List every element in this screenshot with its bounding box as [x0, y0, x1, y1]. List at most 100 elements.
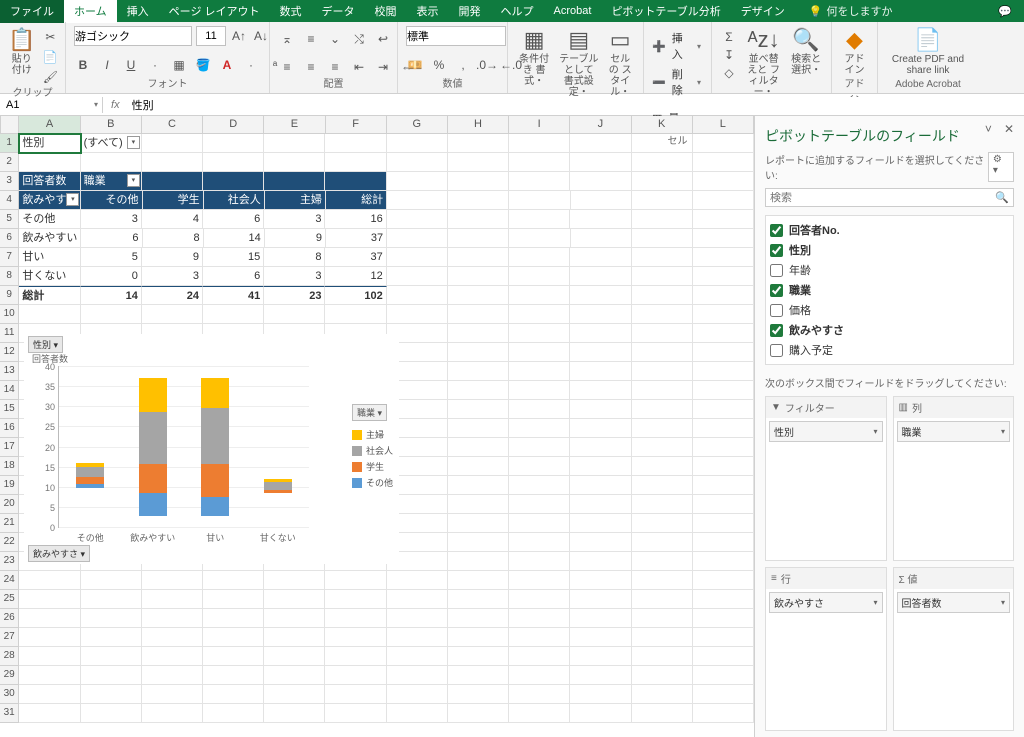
cell[interactable]: [203, 647, 264, 666]
cell[interactable]: 3: [264, 267, 325, 286]
bar-segment[interactable]: [264, 490, 292, 494]
cell[interactable]: [203, 305, 264, 324]
cell[interactable]: [203, 628, 264, 647]
font-color-button[interactable]: A: [218, 56, 236, 74]
cell[interactable]: 6: [203, 267, 264, 286]
comma-button[interactable]: ,: [454, 56, 472, 74]
col-header[interactable]: I: [509, 116, 570, 134]
field-checkbox-item[interactable]: 価格: [770, 300, 1009, 320]
font-name-combo[interactable]: [74, 26, 192, 46]
cell[interactable]: [693, 609, 754, 628]
cell[interactable]: [693, 324, 754, 343]
cell[interactable]: [693, 153, 754, 172]
cell[interactable]: [387, 267, 448, 286]
cell[interactable]: [570, 495, 631, 514]
row-header[interactable]: 24: [0, 571, 19, 590]
percent-button[interactable]: %: [430, 56, 448, 74]
cell[interactable]: [509, 704, 570, 723]
cell[interactable]: [448, 267, 509, 286]
cell[interactable]: [570, 647, 631, 666]
formula-bar[interactable]: [126, 97, 1024, 113]
cell[interactable]: [693, 666, 754, 685]
col-header[interactable]: A: [19, 116, 80, 134]
cell[interactable]: [81, 609, 142, 628]
tab-acrobat[interactable]: Acrobat: [544, 1, 602, 21]
copy-button[interactable]: 📄: [41, 48, 59, 66]
decrease-indent-button[interactable]: ⇤: [350, 58, 368, 76]
cell[interactable]: [325, 571, 386, 590]
filter-dropdown-button[interactable]: ▾: [127, 174, 140, 187]
tab-review[interactable]: 校閲: [365, 0, 407, 23]
cell[interactable]: [570, 457, 631, 476]
cell[interactable]: 12: [325, 267, 386, 286]
cell[interactable]: [142, 628, 203, 647]
col-header[interactable]: B: [81, 116, 142, 134]
cell[interactable]: [571, 229, 632, 248]
cell[interactable]: [632, 248, 693, 267]
bar-segment[interactable]: [139, 378, 167, 412]
cell[interactable]: [448, 400, 509, 419]
fx-icon[interactable]: fx: [105, 99, 126, 111]
increase-indent-button[interactable]: ⇥: [374, 58, 392, 76]
cell[interactable]: [142, 153, 203, 172]
cell[interactable]: [570, 552, 631, 571]
cell[interactable]: [693, 286, 754, 305]
cell[interactable]: 3: [81, 210, 142, 229]
cell[interactable]: [570, 438, 631, 457]
cell[interactable]: [570, 628, 631, 647]
cell[interactable]: [325, 666, 386, 685]
col-header[interactable]: L: [693, 116, 754, 134]
cell-styles-button[interactable]: ▭セルの スタイル・: [605, 26, 635, 98]
cell[interactable]: 飲みやすさ▾: [19, 191, 81, 210]
cell[interactable]: [264, 571, 325, 590]
cell[interactable]: [509, 153, 570, 172]
tab-file[interactable]: ファイル: [0, 0, 64, 23]
col-header[interactable]: D: [203, 116, 264, 134]
underline-button[interactable]: U: [122, 56, 140, 74]
row-header[interactable]: 9: [0, 286, 19, 305]
cell[interactable]: [325, 153, 386, 172]
panel-gear-button[interactable]: ⚙ ▾: [988, 152, 1014, 182]
conditional-format-button[interactable]: ▦条件付き 書式・: [516, 26, 552, 87]
cell[interactable]: [448, 685, 509, 704]
cell[interactable]: [81, 153, 142, 172]
cell[interactable]: [693, 134, 754, 153]
currency-button[interactable]: 💴: [406, 56, 424, 74]
cell[interactable]: [693, 571, 754, 590]
cell[interactable]: [693, 457, 754, 476]
cell[interactable]: [19, 153, 80, 172]
cell[interactable]: [81, 704, 142, 723]
cell[interactable]: (すべて)▾: [81, 134, 142, 153]
cell[interactable]: [203, 704, 264, 723]
cell[interactable]: [570, 362, 631, 381]
cell[interactable]: [19, 704, 80, 723]
row-header[interactable]: 3: [0, 172, 19, 191]
cell[interactable]: 職業▾: [81, 172, 142, 191]
cell[interactable]: [693, 514, 754, 533]
cell[interactable]: [632, 514, 693, 533]
cell[interactable]: [570, 153, 631, 172]
cell[interactable]: 総計: [19, 286, 80, 305]
cell[interactable]: [19, 628, 80, 647]
cell[interactable]: [387, 305, 448, 324]
cell[interactable]: 学生: [143, 191, 204, 210]
cell[interactable]: [81, 571, 142, 590]
row-header[interactable]: 23: [0, 552, 19, 571]
acrobat-create-pdf-button[interactable]: 📄Create PDF and share link: [886, 26, 970, 76]
cell[interactable]: [693, 229, 754, 248]
cell[interactable]: [509, 628, 570, 647]
cell[interactable]: [570, 305, 631, 324]
more-tables-link[interactable]: その他のテーブル...: [770, 360, 1009, 365]
cell[interactable]: 3: [142, 267, 203, 286]
cell[interactable]: [693, 476, 754, 495]
row-header[interactable]: 26: [0, 609, 19, 628]
row-header[interactable]: 1: [0, 134, 19, 153]
cell[interactable]: [693, 248, 754, 267]
cell[interactable]: [632, 685, 693, 704]
cell[interactable]: [509, 438, 570, 457]
cell[interactable]: 5: [81, 248, 142, 267]
cell[interactable]: [570, 267, 631, 286]
tab-help[interactable]: ヘルプ: [491, 0, 544, 23]
paste-button[interactable]: 📋 貼り付け: [8, 26, 35, 76]
cell[interactable]: [448, 495, 509, 514]
